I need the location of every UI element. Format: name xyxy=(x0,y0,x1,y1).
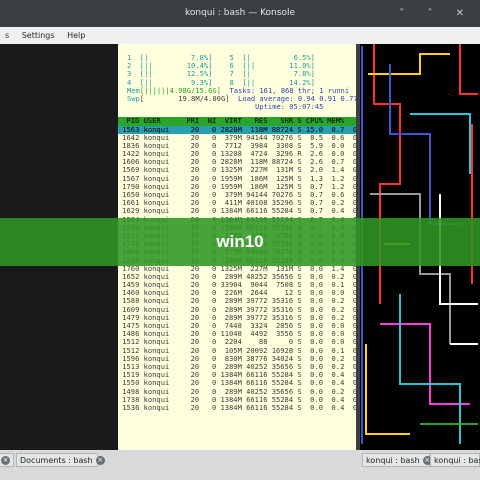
process-table-header[interactable]: PID USER PRI NI VIRT RES SHR S CPU% MEM% xyxy=(118,117,356,126)
process-row[interactable]: 1486 konqui 20 0 11048 4492 3556 S 0.0 0… xyxy=(118,330,356,338)
process-row[interactable]: 1512 konqui 20 0 105M 20092 16928 S 0.0 … xyxy=(118,347,356,355)
process-row[interactable]: 1652 konqui 20 0 289M 40252 35656 S 0.0 … xyxy=(118,273,356,281)
process-row[interactable]: 1550 konqui 20 0 1384M 66116 55284 S 0.0… xyxy=(118,379,356,387)
window-title: konqui : bash — Konsole xyxy=(184,8,295,18)
tab-label: Documents : bash xyxy=(20,456,93,465)
process-row[interactable]: 1498 konqui 20 0 289M 40252 35656 S 0.0 … xyxy=(118,388,356,396)
menu-item-edit[interactable]: s xyxy=(0,27,14,44)
process-row[interactable]: 1629 konqui 20 0 1384M 66116 55284 S 0.7… xyxy=(118,207,356,215)
tab-label: konqui : bash xyxy=(366,456,420,465)
watermark-text: win10 xyxy=(216,232,264,251)
process-row[interactable]: 1512 konqui 20 0 2204 88 0 S 0.0 0.0 0 xyxy=(118,338,356,346)
window-controls[interactable]: ˅ ˄ ✕ xyxy=(399,0,474,27)
tab-documents-bash[interactable]: Documents : bash × xyxy=(16,453,105,467)
process-row[interactable]: 1513 konqui 20 0 289M 40252 35656 S 0.0 … xyxy=(118,363,356,371)
process-row[interactable]: 1588 konqui 20 0 289M 39772 35316 S 0.0 … xyxy=(118,297,356,305)
swap-meter: Swp[ 19.8M/4.00G] Load average: 0.94 0.9… xyxy=(127,94,356,103)
process-row[interactable]: 1536 konqui 20 0 1384M 66116 55284 S 0.0… xyxy=(118,404,356,412)
process-row[interactable]: 1475 konqui 20 0 7448 3324 2856 S 0.0 0.… xyxy=(118,322,356,330)
process-row[interactable]: 1569 konqui 20 0 1325M 227M 131M S 2.0 1… xyxy=(118,166,356,174)
process-row[interactable]: 1459 konqui 20 0 33904 9044 7508 S 0.0 0… xyxy=(118,281,356,289)
process-row[interactable]: 1596 konqui 20 0 830M 38776 34024 S 0.0 … xyxy=(118,355,356,363)
uptime: Uptime: 05:07:45 xyxy=(255,103,324,112)
process-row[interactable]: 1460 konqui 20 0 226M 2644 12 S 0.0 0.0 … xyxy=(118,289,356,297)
process-row[interactable]: 1606 konqui 20 0 2828M 118M 88724 S 2.6 … xyxy=(118,158,356,166)
process-row[interactable]: 1738 konqui 20 0 1384M 66116 55284 S 0.0… xyxy=(118,396,356,404)
htop-meters: 1 [| 7.8%] 5 [| 6.5%] 2 [|| 10.4%] 6 [||… xyxy=(118,44,356,111)
menu-bar: s Settings Help xyxy=(0,27,480,44)
cpu-row: 2 [|| 10.4%] 6 [|| 11.0%] xyxy=(127,62,315,71)
tab-previous[interactable]: × xyxy=(0,453,14,467)
tab-label: konqui : bash xyxy=(434,456,480,465)
cpu-row: 3 [|| 12.5%] 7 [| 7.8%] xyxy=(127,70,315,79)
process-row[interactable]: 1661 konqui 20 0 411M 40108 35296 S 0.7 … xyxy=(118,199,356,207)
process-row[interactable]: 1479 konqui 20 0 289M 39772 35316 S 0.0 … xyxy=(118,314,356,322)
tab-konqui-bash-2[interactable]: konqui : bash xyxy=(430,453,480,467)
window-titlebar[interactable]: konqui : bash — Konsole ˅ ˄ ✕ xyxy=(0,0,480,27)
mem-meter: Mem[||||||4.98G/15.6G] Tasks: 161, 868 t… xyxy=(127,86,350,95)
process-list[interactable]: 1642 konqui 20 0 379M 94144 70276 S 8.5 … xyxy=(118,134,356,412)
menu-item-help[interactable]: Help xyxy=(62,27,90,44)
process-row[interactable]: 1836 konqui 20 0 7712 3984 3308 S 5.9 0.… xyxy=(118,142,356,150)
tab-konqui-bash-1[interactable]: konqui : bash × xyxy=(362,453,432,467)
process-row[interactable]: 1519 konqui 20 0 1384M 66116 55284 S 0.0… xyxy=(118,371,356,379)
watermark-banner: win10 xyxy=(0,218,480,266)
process-row[interactable]: 1642 konqui 20 0 379M 94144 70276 S 8.5 … xyxy=(118,134,356,142)
cpu-row: 4 [|| 9.3%] 8 [|| 14.2%] xyxy=(127,78,315,87)
process-row[interactable]: 1567 konqui 20 0 1959M 186M 125M S 1.3 1… xyxy=(118,175,356,183)
close-icon[interactable]: × xyxy=(1,456,10,465)
cpu-row: 1 [| 7.8%] 5 [| 6.5%] xyxy=(127,54,315,62)
process-row-selected[interactable]: 1563 konqui 20 0 2828M 118M 88724 S 15.0… xyxy=(118,125,356,134)
process-row[interactable]: 1790 konqui 20 0 1959M 186M 125M S 0.7 1… xyxy=(118,183,356,191)
menu-item-settings[interactable]: Settings xyxy=(17,27,60,44)
process-row[interactable]: 1609 konqui 20 0 289M 39772 35316 S 0.0 … xyxy=(118,306,356,314)
process-row[interactable]: 1650 konqui 20 0 379M 94144 70276 S 0.7 … xyxy=(118,191,356,199)
process-row[interactable]: 1422 konqui 20 0 13208 4724 3296 R 2.6 0… xyxy=(118,150,356,158)
tab-bar: × Documents : bash × konqui : bash × konqu… xyxy=(0,450,480,480)
close-icon[interactable]: × xyxy=(95,456,105,465)
